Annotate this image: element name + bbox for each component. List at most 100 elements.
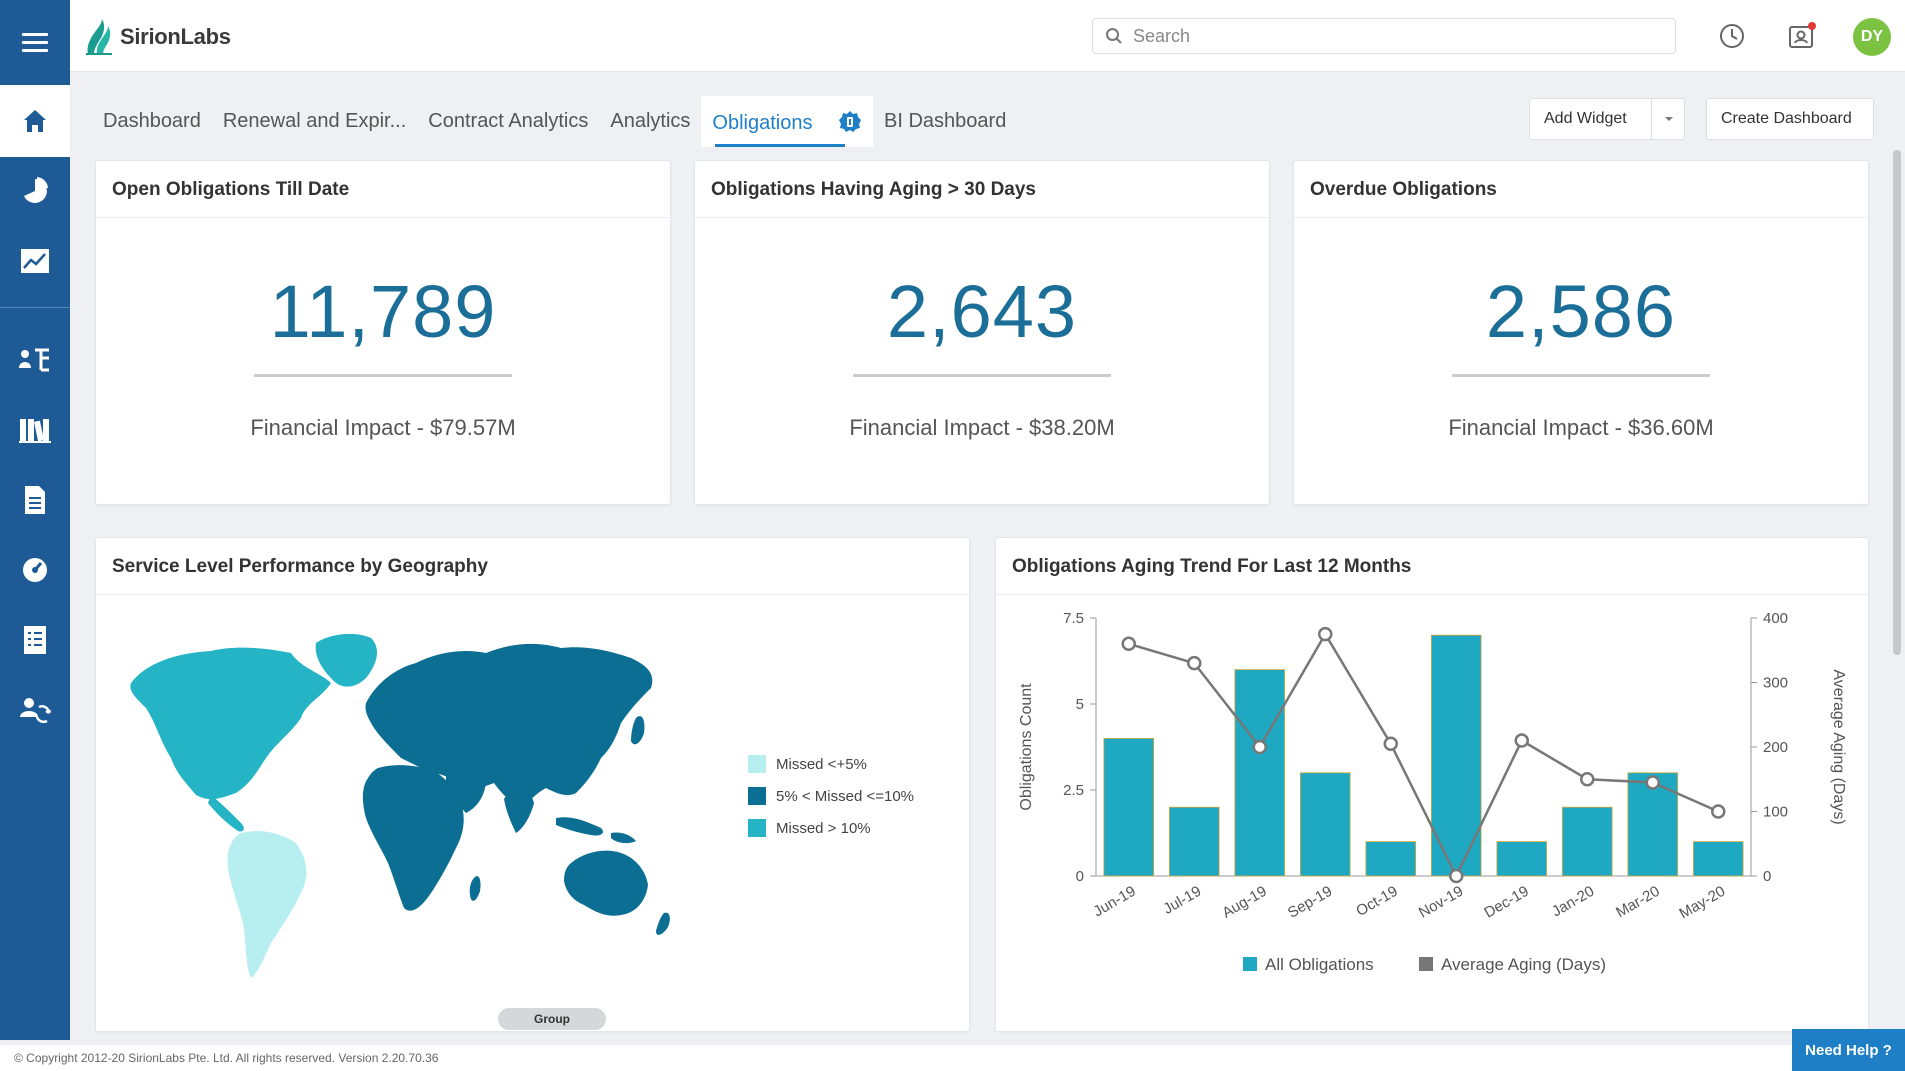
geography-map-widget: Service Level Performance by Geography M…: [95, 537, 970, 1032]
tab-renewal-and-expiry[interactable]: Renewal and Expir...: [212, 96, 417, 145]
kpi-card-open-obligations: Open Obligations Till Date 11,789 Financ…: [95, 160, 671, 505]
brand-name: SirionLabs: [120, 24, 231, 49]
kpi-value[interactable]: 2,643: [695, 269, 1269, 354]
region-japan[interactable]: [631, 716, 645, 745]
point-average-aging: [1121, 636, 1136, 652]
menu-button[interactable]: [0, 0, 70, 85]
bar-all-obligations: [1692, 841, 1744, 877]
aging-trend-widget: Obligations Aging Trend For Last 12 Mont…: [995, 537, 1869, 1032]
x-tick-label: Aug-19: [1219, 883, 1269, 922]
search-box[interactable]: [1092, 18, 1676, 54]
sidebar-item-reports[interactable]: [0, 163, 70, 219]
kpi-card-aging-over-30-days: Obligations Having Aging > 30 Days 2,643…: [694, 160, 1270, 505]
sidebar-item-library[interactable]: [0, 402, 70, 458]
copyright-text: © Copyright 2012-20 SirionLabs Pte. Ltd.…: [14, 1051, 439, 1065]
tab-analytics[interactable]: Analytics: [599, 96, 701, 145]
x-tick-label: Nov-19: [1416, 883, 1466, 922]
tab-obligations[interactable]: Obligations: [701, 96, 874, 147]
sirionlabs-logo[interactable]: SirionLabs: [84, 18, 231, 56]
point-average-aging: [1711, 804, 1726, 819]
sidebar-item-hierarchy[interactable]: [0, 332, 70, 388]
group-toggle-button[interactable]: Group: [498, 1008, 606, 1030]
y2-tick-label: 400: [1763, 610, 1788, 627]
tab-dashboard[interactable]: Dashboard: [92, 96, 212, 145]
point-average-aging: [1383, 736, 1398, 752]
kpi-value[interactable]: 2,586: [1294, 269, 1868, 354]
financial-impact-text: Financial Impact - $38.20M: [849, 415, 1115, 440]
aging-trend-chart[interactable]: 0 2.5 5 7.5 0 100 200 300 400 Obligations Count Av…: [996, 598, 1870, 1028]
sidebar-item-trends[interactable]: [0, 233, 70, 289]
sidebar-item-home[interactable]: [0, 85, 70, 157]
point-average-aging: [1580, 772, 1595, 787]
people-sync-icon: [20, 698, 51, 724]
legend-label-all-obligations: All Obligations: [1265, 955, 1374, 974]
tab-settings-badge-icon[interactable]: [838, 110, 862, 134]
sidebar-item-documents[interactable]: [0, 472, 70, 528]
vertical-scrollbar[interactable]: [1893, 150, 1901, 655]
widget-title: Open Obligations Till Date: [112, 179, 350, 200]
user-avatar[interactable]: DY: [1853, 18, 1891, 56]
search-input[interactable]: [1133, 25, 1653, 47]
sidebar-item-performance[interactable]: [0, 542, 70, 598]
kpi-value[interactable]: 11,789: [96, 269, 670, 354]
legend-label: Missed > 10%: [776, 819, 871, 837]
divider: [254, 374, 512, 377]
bar-all-obligations: [1103, 737, 1155, 877]
region-central-america[interactable]: [208, 795, 244, 832]
dashboard-tabs: Dashboard Renewal and Expir... Contract …: [92, 96, 1017, 147]
x-tick-label: Dec-19: [1481, 883, 1531, 922]
add-widget-label: Add Widget: [1544, 110, 1627, 127]
legend-label-average-aging: Average Aging (Days): [1441, 955, 1606, 974]
y-axis-title: Obligations Count: [1018, 683, 1035, 811]
add-widget-dropdown[interactable]: [1651, 98, 1685, 140]
y-tick-label: 2.5: [1063, 782, 1084, 799]
history-icon[interactable]: [1716, 20, 1748, 52]
legend-item[interactable]: 5% < Missed <=10%: [748, 780, 914, 812]
y-tick-label: 0: [1076, 868, 1084, 885]
financial-impact-text: Financial Impact - $36.60M: [1448, 415, 1714, 440]
sidebar-item-users[interactable]: [0, 682, 70, 738]
sidebar: [0, 85, 70, 1040]
create-dashboard-button[interactable]: Create Dashboard: [1706, 98, 1874, 140]
contact-card-icon[interactable]: [1786, 20, 1818, 52]
legend-item[interactable]: Missed > 10%: [748, 812, 914, 844]
divider: [96, 217, 670, 218]
point-average-aging: [1645, 775, 1660, 790]
region-southeast-asia[interactable]: [556, 817, 603, 836]
x-tick-label: Jun-19: [1091, 883, 1139, 921]
need-help-button[interactable]: Need Help ?: [1792, 1029, 1905, 1071]
point-average-aging: [1252, 739, 1267, 755]
point-average-aging: [1514, 733, 1529, 748]
legend-label: Missed <+5%: [776, 755, 867, 773]
region-south-america[interactable]: [227, 831, 307, 978]
legend-swatch-all-obligations: [1243, 957, 1257, 971]
x-tick-label: Jul-19: [1160, 883, 1204, 918]
widget-title: Obligations Aging Trend For Last 12 Mont…: [1012, 556, 1412, 577]
widget-title: Overdue Obligations: [1310, 179, 1497, 200]
region-india[interactable]: [504, 787, 534, 833]
legend-swatch: [748, 819, 766, 837]
bar-all-obligations: [1496, 841, 1548, 877]
region-new-zealand[interactable]: [656, 912, 670, 935]
tab-contract-analytics[interactable]: Contract Analytics: [417, 96, 599, 145]
legend-label: 5% < Missed <=10%: [776, 787, 914, 805]
sidebar-item-lists[interactable]: [0, 612, 70, 668]
region-new-guinea[interactable]: [611, 832, 636, 844]
library-icon: [19, 419, 51, 443]
financial-impact-text: Financial Impact - $79.57M: [250, 415, 516, 440]
tab-obligations-label: Obligations: [712, 112, 813, 134]
y2-tick-label: 300: [1763, 675, 1788, 692]
world-map[interactable]: [116, 623, 716, 993]
home-icon: [24, 110, 46, 132]
x-tick-label: Jan-20: [1549, 883, 1597, 921]
bar-all-obligations: [1234, 669, 1286, 877]
region-north-america[interactable]: [130, 647, 331, 800]
x-tick-label: Oct-19: [1353, 883, 1400, 920]
gauge-icon: [23, 558, 47, 582]
footer: © Copyright 2012-20 SirionLabs Pte. Ltd.…: [0, 1045, 1905, 1071]
tab-bi-dashboard[interactable]: BI Dashboard: [873, 96, 1017, 145]
region-madagascar[interactable]: [469, 876, 481, 901]
legend-item[interactable]: Missed <+5%: [748, 748, 914, 780]
region-australia[interactable]: [564, 850, 648, 916]
bar-all-obligations: [1561, 806, 1613, 877]
